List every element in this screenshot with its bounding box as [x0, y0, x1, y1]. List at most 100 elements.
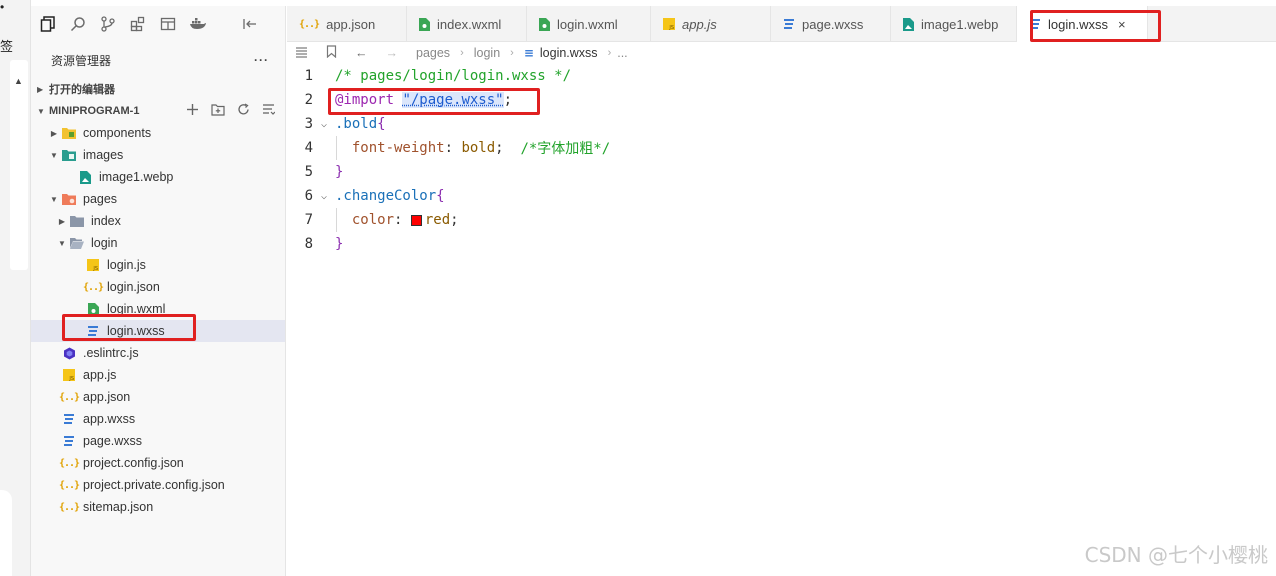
tree-item-label: login.wxml — [107, 302, 166, 316]
folder-open-icon — [69, 236, 85, 250]
code-semicolon: ; — [503, 92, 513, 108]
tab-label: image1.webp — [921, 16, 999, 32]
tree-item[interactable]: {..} project.config.json — [31, 452, 285, 474]
explorer-header: 资源管理器 ··· — [31, 42, 285, 78]
wxss-file-icon — [783, 18, 795, 30]
tab-image1-webp[interactable]: image1.webp — [891, 6, 1017, 42]
bookmark-icon[interactable] — [326, 45, 337, 61]
tree-item[interactable]: login.wxss — [31, 320, 285, 342]
tab-login-wxss[interactable]: login.wxss × — [1017, 6, 1148, 42]
line-number: 1 — [304, 68, 313, 84]
line-number: 3 — [304, 116, 313, 132]
breadcrumb-pages[interactable]: pages — [416, 46, 450, 60]
tree-item[interactable]: {..} login.json — [31, 276, 285, 298]
tree-item[interactable]: JS login.js — [31, 254, 285, 276]
json-file-icon: {..} — [82, 281, 104, 293]
outer-up-arrow-icon[interactable]: ▲ — [14, 76, 23, 86]
forward-arrow-icon[interactable]: → — [386, 46, 399, 60]
tree-item-label: login.json — [107, 280, 160, 294]
tab-page-wxss[interactable]: page.wxss — [771, 6, 891, 42]
code-editor[interactable]: 1 /* pages/login/login.wxss */ 2 @import… — [287, 64, 1276, 576]
folder-icon — [69, 214, 85, 228]
collapse-all-icon[interactable] — [262, 103, 276, 119]
fold-chevron-icon[interactable]: ⌵ — [313, 119, 335, 130]
tree-item[interactable]: app.wxss — [31, 408, 285, 430]
tab-app-js[interactable]: JS app.js — [651, 6, 771, 42]
eslint-file-icon — [61, 346, 77, 360]
tree-item[interactable]: page.wxss — [31, 430, 285, 452]
new-file-icon[interactable] — [186, 103, 199, 119]
tab-app-json[interactable]: {..} app.json — [287, 6, 407, 42]
tree-item-label: project.private.config.json — [83, 478, 225, 492]
css-selector: .bold — [335, 116, 378, 132]
tab-login-wxml[interactable]: login.wxml — [527, 6, 651, 42]
project-section[interactable]: ▼ MINIPROGRAM-1 — [31, 100, 285, 122]
code-line-7: 7 color: red; — [287, 208, 459, 232]
line-number: 5 — [304, 164, 313, 180]
color-swatch-icon[interactable] — [410, 214, 422, 226]
chevron-right-icon: ▶ — [50, 128, 58, 138]
breadcrumb: ← → pages › login › ≡ login.wxss › ... — [287, 42, 1276, 64]
explorer-more-button[interactable]: ··· — [254, 53, 269, 67]
json-file-icon: {..} — [58, 479, 80, 491]
split-icon[interactable] — [241, 15, 259, 33]
css-property: color — [351, 212, 395, 228]
svg-text:JS: JS — [92, 266, 98, 271]
open-editors-section[interactable]: ▶ 打开的编辑器 — [31, 78, 285, 100]
chevron-down-icon: ▼ — [37, 106, 45, 116]
code-brace: { — [377, 116, 386, 132]
tree-item[interactable]: ▶ components — [31, 122, 285, 144]
search-icon[interactable] — [69, 15, 87, 33]
tree-item-label: login — [91, 236, 118, 250]
tree-item[interactable]: {..} app.json — [31, 386, 285, 408]
breadcrumb-separator-icon: › — [510, 47, 514, 59]
cut-off-menu-bar — [140, 0, 1140, 5]
breadcrumb-separator-icon: › — [460, 47, 464, 59]
svg-text:JS: JS — [68, 376, 74, 381]
folder-images-icon — [61, 148, 77, 162]
json-file-icon: {..} — [58, 457, 80, 469]
debug-icon[interactable] — [159, 15, 177, 33]
tree-item[interactable]: ▼ images — [31, 144, 285, 166]
tree-item[interactable]: image1.webp — [31, 166, 285, 188]
tree-item[interactable]: ▼ pages — [31, 188, 285, 210]
files-icon[interactable] — [39, 15, 57, 33]
fold-chevron-icon[interactable]: ⌵ — [313, 191, 335, 202]
code-comment: /*字体加粗*/ — [520, 141, 611, 157]
docker-icon[interactable] — [189, 15, 207, 33]
open-editors-label: 打开的编辑器 — [49, 84, 115, 96]
tree-item-label: project.config.json — [83, 456, 184, 470]
close-icon[interactable]: × — [1118, 17, 1126, 32]
json-file-icon: {..} — [58, 391, 80, 403]
code-semicolon: ; — [450, 212, 459, 228]
tree-item-label: app.json — [83, 390, 131, 404]
wxss-file-icon — [85, 324, 101, 338]
json-file-icon: {..} — [58, 501, 80, 513]
tab-index-wxml[interactable]: index.wxml — [407, 6, 527, 42]
outer-label-char: 签 — [0, 39, 14, 54]
tree-item[interactable]: ▼ login — [31, 232, 285, 254]
refresh-icon[interactable] — [237, 103, 250, 119]
editor-tab-bar: {..} app.json index.wxml login.wxml JS app.js… — [287, 6, 1276, 42]
tree-item[interactable]: JS app.js — [31, 364, 285, 386]
css-value: bold — [461, 140, 496, 156]
back-arrow-icon[interactable]: ← — [355, 46, 368, 60]
tree-item[interactable]: ▶ index — [31, 210, 285, 232]
breadcrumb-file[interactable]: login.wxss — [540, 46, 598, 60]
new-folder-icon[interactable] — [211, 103, 225, 119]
wxss-file-icon — [1029, 18, 1041, 30]
tree-item[interactable]: {..} project.private.config.json — [31, 474, 285, 496]
tree-item-label: index — [91, 214, 121, 228]
tree-item[interactable]: .eslintrc.js — [31, 342, 285, 364]
tree-item[interactable]: login.wxml — [31, 298, 285, 320]
watermark: CSDN @七个小樱桃 — [1084, 543, 1268, 567]
extensions-icon[interactable] — [129, 15, 147, 33]
wxss-file-icon: ≡ — [523, 46, 534, 60]
breadcrumb-login[interactable]: login — [474, 46, 500, 60]
chevron-down-icon: ▼ — [58, 238, 66, 248]
outline-icon[interactable] — [295, 46, 308, 61]
wxss-file-icon — [61, 412, 77, 426]
breadcrumb-ellipsis[interactable]: ... — [617, 46, 627, 60]
source-control-icon[interactable] — [99, 15, 117, 33]
tree-item[interactable]: {..} sitemap.json — [31, 496, 285, 518]
